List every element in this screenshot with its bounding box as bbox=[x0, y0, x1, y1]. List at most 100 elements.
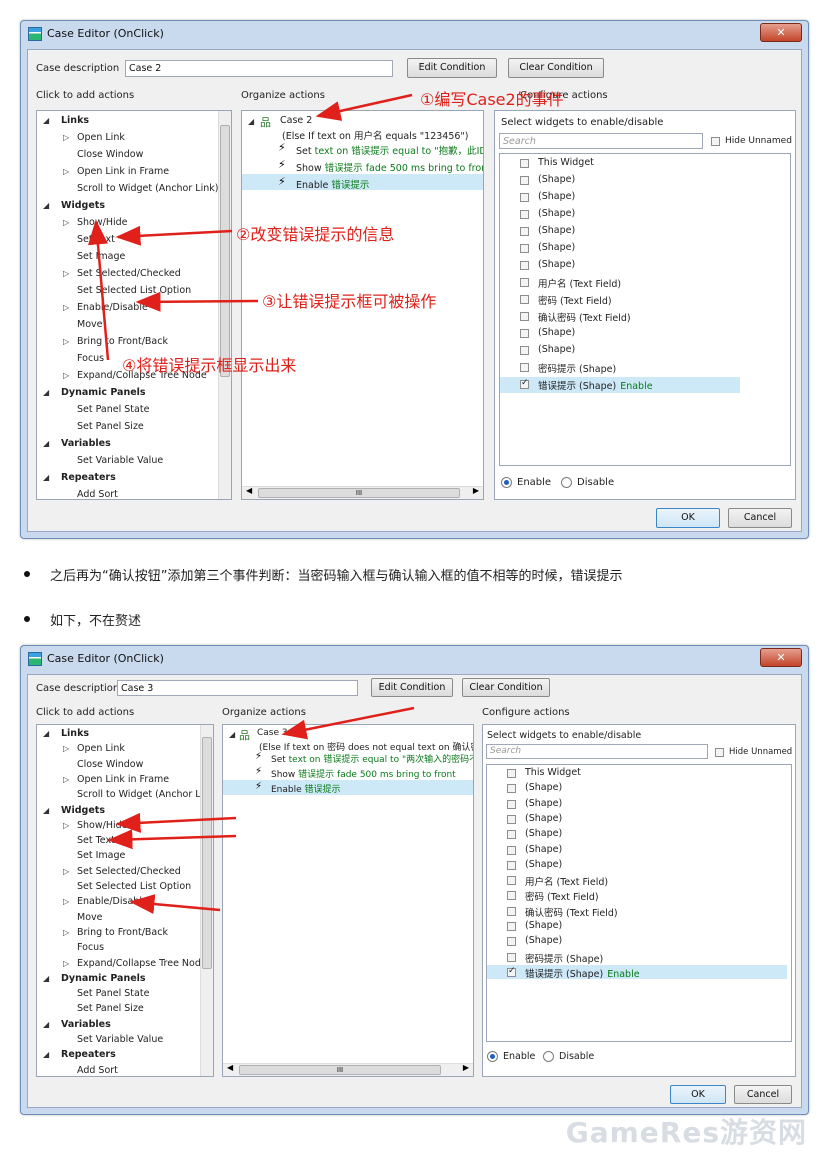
widget-item[interactable]: 错误提示 (Shape) Enable bbox=[538, 378, 653, 392]
widget-checkbox[interactable] bbox=[507, 906, 516, 916]
collapse-icon[interactable]: ◢ bbox=[43, 974, 49, 983]
action-set-text[interactable]: Set text on 错误提示 equal to "两次输入的密码不一 bbox=[271, 752, 473, 765]
widget-checkbox[interactable] bbox=[507, 799, 516, 809]
widget-checkbox[interactable] bbox=[507, 845, 516, 855]
widget-checkbox[interactable] bbox=[520, 244, 529, 253]
ok-button[interactable]: OK bbox=[656, 508, 720, 528]
widget-checkbox[interactable] bbox=[520, 378, 529, 389]
case-description-input[interactable]: Case 2 bbox=[125, 60, 393, 77]
widget-checkbox[interactable] bbox=[520, 278, 529, 287]
close-button[interactable]: ✕ bbox=[760, 648, 802, 667]
actions-tree-panel[interactable]: ◢ Links ▷ Open Link Close Window ▷ Open Link i… bbox=[36, 724, 214, 1077]
widget-item[interactable]: 确认密码 (Text Field) bbox=[538, 310, 631, 324]
widget-item[interactable]: (Shape) bbox=[525, 935, 562, 946]
action-item[interactable]: Close Window bbox=[77, 759, 143, 770]
expand-icon[interactable]: ▷ bbox=[63, 928, 69, 937]
widget-checkbox[interactable] bbox=[507, 876, 516, 886]
collapse-icon[interactable]: ◢ bbox=[43, 1020, 49, 1029]
action-category[interactable]: Widgets bbox=[61, 200, 105, 211]
action-category[interactable]: Repeaters bbox=[61, 472, 116, 483]
search-input[interactable]: Search bbox=[486, 744, 708, 759]
disable-radio[interactable] bbox=[561, 477, 572, 488]
action-show[interactable]: Show 错误提示 fade 500 ms bring to front bbox=[296, 160, 483, 174]
action-category[interactable]: Dynamic Panels bbox=[61, 387, 146, 398]
case-name[interactable]: Case 3 bbox=[257, 728, 288, 738]
widget-checkbox[interactable] bbox=[507, 966, 516, 977]
action-item[interactable]: Enable/Disable bbox=[77, 302, 148, 313]
scroll-thumb[interactable] bbox=[202, 737, 212, 969]
action-item[interactable]: Add Sort bbox=[77, 1065, 118, 1076]
action-set-text[interactable]: Set text on 错误提示 equal to "抱歉，此ID已 bbox=[296, 143, 483, 157]
vertical-scrollbar[interactable] bbox=[218, 111, 231, 499]
widget-item[interactable]: 密码提示 (Shape) bbox=[538, 361, 616, 375]
disable-radio[interactable] bbox=[543, 1051, 554, 1062]
title-bar[interactable]: Case Editor (OnClick) ✕ bbox=[21, 21, 808, 47]
widget-item[interactable]: (Shape) bbox=[538, 174, 575, 185]
enable-radio[interactable] bbox=[487, 1051, 498, 1062]
collapse-icon[interactable]: ◢ bbox=[43, 116, 49, 125]
widget-checkbox[interactable] bbox=[507, 937, 516, 947]
collapse-icon[interactable]: ◢ bbox=[43, 388, 49, 397]
actions-tree-panel[interactable]: ◢ Links ▷ Open Link Close Window ▷ Open Link i… bbox=[36, 110, 232, 500]
widget-checkbox[interactable] bbox=[520, 295, 529, 304]
clear-condition-button[interactable]: Clear Condition bbox=[462, 678, 550, 697]
ok-button[interactable]: OK bbox=[670, 1085, 726, 1104]
widget-checkbox[interactable] bbox=[507, 769, 516, 778]
action-item[interactable]: Scroll to Widget (Anchor Link) bbox=[77, 789, 213, 800]
widget-item[interactable]: 密码提示 (Shape) bbox=[525, 951, 603, 965]
scroll-left-icon[interactable]: ◀ bbox=[227, 1063, 233, 1072]
hide-unnamed-checkbox[interactable] bbox=[711, 137, 720, 146]
action-item[interactable]: Move bbox=[77, 319, 102, 330]
action-show[interactable]: Show 错误提示 fade 500 ms bring to front bbox=[271, 767, 456, 780]
action-item[interactable]: Bring to Front/Back bbox=[77, 336, 168, 347]
expand-icon[interactable]: ▷ bbox=[63, 337, 69, 346]
widget-checkbox[interactable] bbox=[520, 193, 529, 202]
collapse-icon[interactable]: ◢ bbox=[229, 730, 235, 739]
collapse-icon[interactable]: ◢ bbox=[43, 201, 49, 210]
collapse-icon[interactable]: ◢ bbox=[43, 473, 49, 482]
hide-unnamed-checkbox[interactable] bbox=[715, 748, 724, 757]
action-item[interactable]: Set Text bbox=[77, 835, 115, 846]
widget-item[interactable]: (Shape) bbox=[525, 813, 562, 824]
scroll-thumb[interactable]: III bbox=[258, 488, 460, 498]
widget-checkbox[interactable] bbox=[507, 952, 516, 962]
widget-item[interactable]: (Shape) bbox=[538, 225, 575, 236]
widget-item[interactable]: (Shape) bbox=[538, 208, 575, 219]
widget-checkbox[interactable] bbox=[520, 346, 529, 355]
widget-checkbox[interactable] bbox=[520, 176, 529, 185]
action-item[interactable]: Set Selected/Checked bbox=[77, 866, 181, 877]
action-category[interactable]: Links bbox=[61, 115, 89, 126]
title-bar[interactable]: Case Editor (OnClick) ✕ bbox=[21, 646, 808, 672]
collapse-icon[interactable]: ◢ bbox=[43, 1050, 49, 1059]
scroll-right-icon[interactable]: ▶ bbox=[463, 1063, 469, 1072]
action-category[interactable]: Variables bbox=[61, 438, 111, 449]
action-item[interactable]: Set Panel State bbox=[77, 404, 149, 415]
widget-item[interactable]: 用户名 (Text Field) bbox=[525, 874, 608, 888]
action-item[interactable]: Set Selected List Option bbox=[77, 881, 191, 892]
widget-checkbox[interactable] bbox=[520, 363, 529, 372]
organize-actions-panel[interactable]: ◢ 品 Case 3 (Else If text on 密码 does not … bbox=[222, 724, 474, 1077]
close-button[interactable]: ✕ bbox=[760, 23, 802, 42]
expand-icon[interactable]: ▷ bbox=[63, 867, 69, 876]
action-item[interactable]: Open Link bbox=[77, 132, 125, 143]
edit-condition-button[interactable]: Edit Condition bbox=[371, 678, 453, 697]
action-category[interactable]: Variables bbox=[61, 1019, 111, 1030]
widget-list[interactable]: This Widget (Shape) (Shape) (Shape) (Shape) (… bbox=[499, 153, 791, 466]
widget-item[interactable]: 密码 (Text Field) bbox=[538, 293, 612, 307]
collapse-icon[interactable]: ◢ bbox=[43, 806, 49, 815]
widget-item[interactable]: 错误提示 (Shape) Enable bbox=[525, 966, 640, 980]
widget-checkbox[interactable] bbox=[507, 891, 516, 901]
widget-item[interactable]: (Shape) bbox=[538, 242, 575, 253]
widget-checkbox[interactable] bbox=[520, 312, 529, 321]
collapse-icon[interactable]: ◢ bbox=[248, 117, 254, 126]
widget-item[interactable]: (Shape) bbox=[525, 828, 562, 839]
widget-checkbox[interactable] bbox=[520, 227, 529, 236]
action-item[interactable]: Close Window bbox=[77, 149, 143, 160]
action-item[interactable]: Open Link bbox=[77, 743, 125, 754]
action-category[interactable]: Links bbox=[61, 728, 89, 739]
action-item[interactable]: Set Image bbox=[77, 850, 125, 861]
widget-checkbox[interactable] bbox=[507, 814, 516, 824]
action-item[interactable]: Set Panel Size bbox=[77, 421, 144, 432]
widget-item[interactable]: (Shape) bbox=[525, 859, 562, 870]
expand-icon[interactable]: ▷ bbox=[63, 959, 69, 968]
